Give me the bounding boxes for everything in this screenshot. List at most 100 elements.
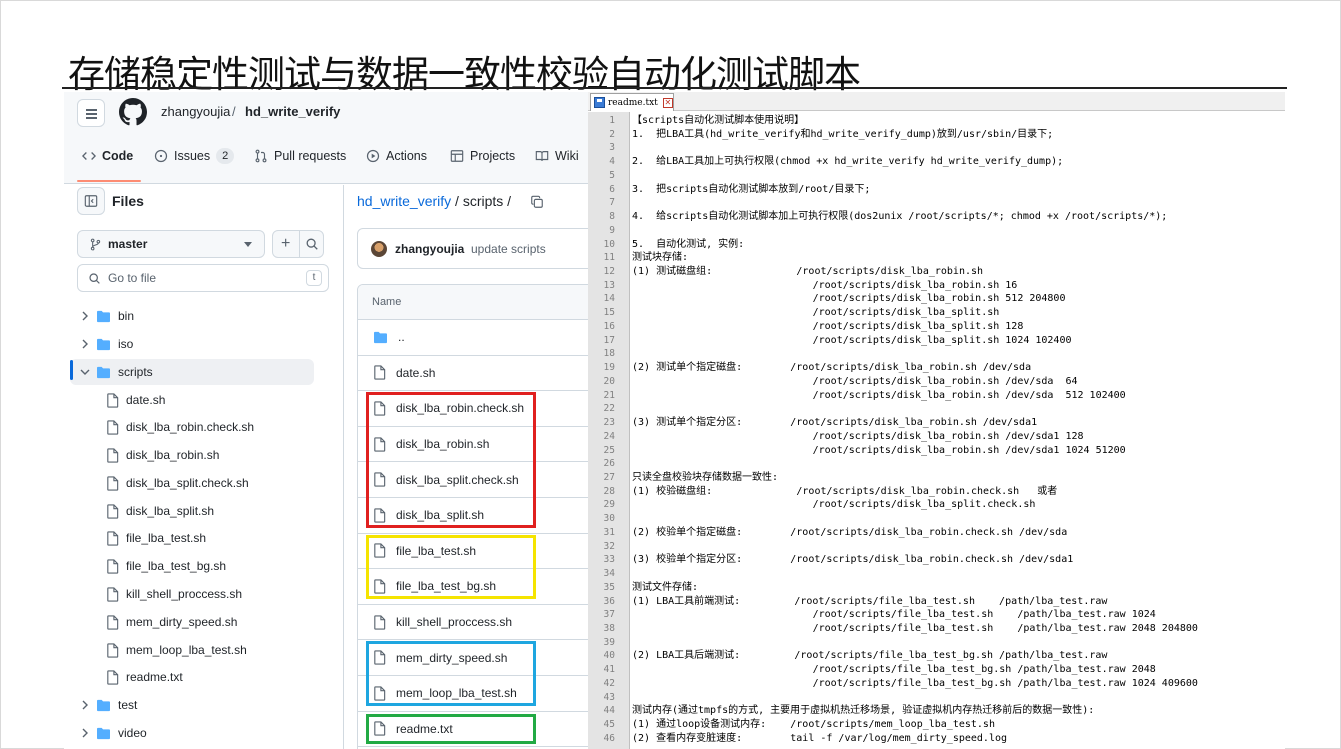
parent-directory-row[interactable]: .. bbox=[358, 320, 588, 356]
menu-button[interactable] bbox=[77, 99, 105, 127]
tree-folder[interactable]: video bbox=[70, 720, 314, 746]
path-rest: / scripts / bbox=[451, 193, 512, 209]
code-line: 5 bbox=[588, 169, 1285, 183]
tab-wiki[interactable]: Wiki bbox=[535, 145, 579, 167]
close-icon[interactable]: ✕ bbox=[662, 97, 673, 108]
line-text: 测试块存储: bbox=[632, 252, 689, 264]
line-number: 34 bbox=[603, 568, 615, 580]
file-icon bbox=[374, 365, 386, 381]
tree-file[interactable]: disk_lba_split.sh bbox=[70, 498, 314, 524]
tree-folder[interactable]: scripts bbox=[70, 359, 314, 385]
line-number: 8 bbox=[609, 211, 615, 223]
file-name: .. bbox=[398, 330, 405, 345]
tree-file[interactable]: mem_dirty_speed.sh bbox=[70, 609, 314, 635]
tree-folder[interactable]: test bbox=[70, 692, 314, 718]
tab-label: Issues bbox=[174, 149, 211, 163]
tree-folder[interactable]: iso bbox=[70, 331, 314, 357]
line-number: 1 bbox=[609, 115, 615, 126]
file-icon bbox=[107, 475, 119, 491]
line-number: 44 bbox=[603, 705, 615, 717]
code-line: 16 /root/scripts/disk_lba_split.sh 128 bbox=[588, 320, 1285, 334]
line-number: 46 bbox=[603, 732, 615, 744]
tree-item-label: mem_loop_lba_test.sh bbox=[126, 643, 247, 657]
commit-author[interactable]: zhangyoujia bbox=[395, 242, 464, 256]
collapse-sidebar-button[interactable] bbox=[77, 187, 105, 215]
chevron-right-icon[interactable] bbox=[78, 726, 92, 740]
book-icon bbox=[535, 151, 549, 161]
chevron-down-icon bbox=[244, 242, 252, 247]
code-line: 14 /root/scripts/disk_lba_robin.sh 512 2… bbox=[588, 292, 1285, 306]
commit-message[interactable]: update scripts bbox=[471, 242, 546, 256]
code-line: 15 /root/scripts/disk_lba_split.sh bbox=[588, 306, 1285, 320]
line-number: 15 bbox=[603, 307, 615, 319]
line-text: /root/scripts/disk_lba_robin.sh /dev/sda… bbox=[632, 444, 1126, 456]
line-text: 4. 给scripts自动化测试脚本加上可执行权限(dos2unix /root… bbox=[632, 211, 1168, 223]
line-number: 38 bbox=[603, 623, 615, 634]
go-to-file-input[interactable]: Go to file t bbox=[77, 264, 329, 292]
tree-folder[interactable]: bin bbox=[70, 303, 314, 329]
tab-actions[interactable]: Actions bbox=[366, 145, 427, 167]
table-row[interactable]: date.sh bbox=[358, 356, 588, 392]
tree-item-label: mem_dirty_speed.sh bbox=[126, 615, 238, 629]
line-number: 24 bbox=[603, 430, 615, 442]
chevron-down-icon[interactable] bbox=[78, 365, 92, 379]
search-icon[interactable] bbox=[305, 237, 319, 251]
table-icon bbox=[450, 150, 464, 162]
tab-pull-requests[interactable]: Pull requests bbox=[254, 145, 346, 167]
file-icon bbox=[107, 530, 119, 546]
tree-file[interactable]: date.sh bbox=[70, 387, 314, 413]
tab-issues[interactable]: Issues 2 bbox=[154, 145, 235, 167]
code-line: 42 /root/scripts/file_lba_test_bg.sh /pa… bbox=[588, 677, 1285, 691]
notepad-editor: readme.txt ✕ 1 【scripts自动化测试脚本使用说明】 2 1. 把L… bbox=[588, 92, 1285, 749]
code-line: 3 bbox=[588, 141, 1285, 155]
code-line: 40 (2) LBA工具后端测试: /root/scripts/file_lba_… bbox=[588, 649, 1285, 663]
github-panel: zhangyoujia / hd_write_verify Code Issue… bbox=[64, 92, 588, 749]
plus-icon[interactable]: + bbox=[281, 236, 290, 252]
editor-body[interactable]: 1 【scripts自动化测试脚本使用说明】 2 1. 把LBA工具(hd_write… bbox=[588, 112, 1285, 749]
line-text: (1) 测试磁盘组: /root/scripts/disk_lba_robin.… bbox=[632, 266, 984, 278]
folder-open-icon bbox=[97, 366, 110, 378]
editor-tab-bar: readme.txt ✕ bbox=[588, 92, 1285, 111]
file-icon bbox=[107, 447, 119, 463]
green-highlight-box bbox=[366, 714, 536, 744]
line-number: 11 bbox=[603, 252, 615, 264]
code-line: 44 测试内存(通过tmpfs的方式, 主要用于虚拟机热迁移场景, 验证虚拟机内存… bbox=[588, 704, 1285, 718]
line-number: 30 bbox=[603, 513, 615, 525]
search-icon bbox=[89, 272, 100, 284]
chevron-right-icon[interactable] bbox=[78, 337, 92, 351]
copy-icon[interactable] bbox=[530, 195, 544, 209]
path-repo-link[interactable]: hd_write_verify bbox=[357, 193, 451, 209]
code-line: 10 5. 自动化测试, 实例: bbox=[588, 238, 1285, 252]
breadcrumb-owner[interactable]: zhangyoujia bbox=[161, 104, 230, 119]
breadcrumb-repo[interactable]: hd_write_verify bbox=[245, 104, 340, 119]
tab-label: Code bbox=[102, 149, 134, 163]
issues-count-badge: 2 bbox=[216, 148, 235, 164]
line-number: 29 bbox=[603, 499, 615, 511]
code-line: 37 /root/scripts/file_lba_test.sh /path/… bbox=[588, 608, 1285, 622]
code-line: 43 bbox=[588, 691, 1285, 705]
line-text: 测试文件存储: bbox=[632, 581, 699, 593]
line-number: 32 bbox=[603, 540, 615, 552]
tree-file[interactable]: disk_lba_robin.sh bbox=[70, 442, 314, 468]
tab-projects[interactable]: Projects bbox=[450, 145, 515, 167]
tree-file[interactable]: file_lba_test.sh bbox=[70, 525, 314, 551]
chevron-right-icon[interactable] bbox=[78, 309, 92, 323]
editor-tab-readme[interactable]: readme.txt ✕ bbox=[590, 93, 674, 111]
line-number: 22 bbox=[603, 403, 615, 415]
tree-file[interactable]: disk_lba_robin.check.sh bbox=[70, 414, 314, 440]
go-to-file-placeholder: Go to file bbox=[108, 271, 157, 285]
avatar[interactable] bbox=[371, 241, 387, 257]
line-number: 43 bbox=[603, 691, 615, 703]
tab-code[interactable]: Code bbox=[82, 145, 133, 167]
tree-file[interactable]: readme.txt bbox=[70, 664, 314, 690]
tree-file[interactable]: kill_shell_proccess.sh bbox=[70, 581, 314, 607]
table-row[interactable]: kill_shell_proccess.sh bbox=[358, 605, 588, 641]
chevron-right-icon[interactable] bbox=[78, 698, 92, 712]
code-line: 11 测试块存储: bbox=[588, 251, 1285, 265]
tree-file[interactable]: file_lba_test_bg.sh bbox=[70, 553, 314, 579]
line-number: 13 bbox=[603, 279, 615, 291]
tree-file[interactable]: disk_lba_split.check.sh bbox=[70, 470, 314, 496]
github-logo-icon[interactable] bbox=[119, 98, 147, 126]
branch-selector[interactable]: master bbox=[77, 230, 265, 258]
tree-file[interactable]: mem_loop_lba_test.sh bbox=[70, 637, 314, 663]
